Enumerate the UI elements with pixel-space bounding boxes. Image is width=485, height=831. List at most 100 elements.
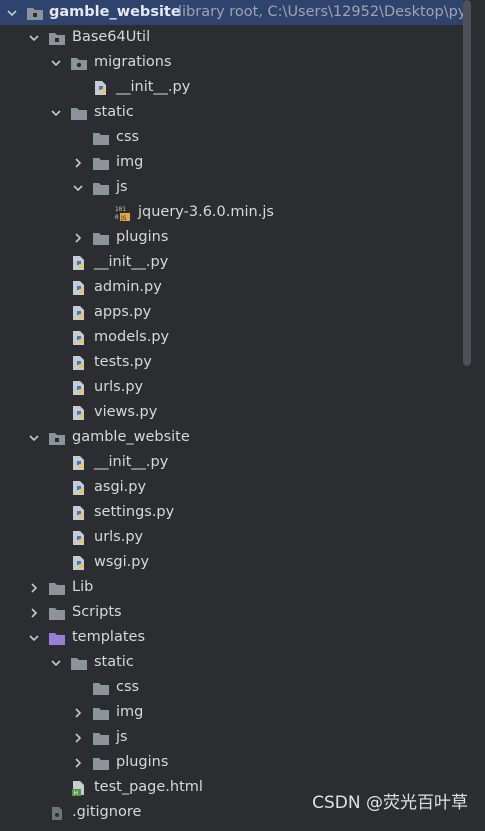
tree-row[interactable]: img: [0, 150, 463, 175]
folder-icon: [48, 604, 66, 622]
tree-item-label: jquery-3.6.0.min.js: [138, 204, 274, 220]
folder-icon: [92, 154, 110, 172]
tree-item-label: __init__.py: [94, 254, 169, 270]
svg-text:JS: JS: [120, 215, 127, 222]
tree-item-label: test_page.html: [94, 779, 203, 795]
module-folder-icon: [48, 29, 66, 47]
tree-row[interactable]: asgi.py: [0, 475, 463, 500]
chevron-down-icon[interactable]: [4, 0, 20, 25]
tree-row[interactable]: 101 0 JS jquery-3.6.0.min.js: [0, 200, 463, 225]
python-file-icon: [70, 329, 88, 347]
tree-row[interactable]: migrations: [0, 50, 463, 75]
tree-item-label: admin.py: [94, 279, 162, 295]
chevron-right-icon[interactable]: [26, 600, 42, 625]
tree-row[interactable]: gamble_website: [0, 425, 463, 450]
tree-row[interactable]: Scripts: [0, 600, 463, 625]
tree-row[interactable]: models.py: [0, 325, 463, 350]
chevron-down-icon[interactable]: [70, 175, 86, 200]
python-file-icon: [70, 304, 88, 322]
tree-item-label: css: [116, 129, 140, 145]
tree-row[interactable]: admin.py: [0, 275, 463, 300]
chevron-down-icon[interactable]: [48, 650, 64, 675]
tree-row[interactable]: __init__.py: [0, 75, 463, 100]
folder-icon: [92, 729, 110, 747]
tree-item-label: urls.py: [94, 529, 144, 545]
tree-item-label: plugins: [116, 754, 169, 770]
tree-row[interactable]: js: [0, 175, 463, 200]
tree-item-label: Base64Util: [72, 29, 151, 45]
folder-icon: [92, 679, 110, 697]
tree-row[interactable]: static: [0, 650, 463, 675]
tree-item-label: urls.py: [94, 379, 144, 395]
tree-item-label: __init__.py: [94, 454, 169, 470]
tree-item-label: templates: [72, 629, 146, 645]
tree-row[interactable]: plugins: [0, 750, 463, 775]
tree-item-label: views.py: [94, 404, 158, 420]
chevron-right-icon[interactable]: [70, 150, 86, 175]
chevron-right-icon[interactable]: [70, 725, 86, 750]
root-hint: library root, C:\Users\12952\Desktop\py: [178, 4, 467, 20]
tree-item-label: asgi.py: [94, 479, 147, 495]
python-file-icon: [70, 529, 88, 547]
python-file-icon: [70, 554, 88, 572]
tree-item-label: models.py: [94, 329, 170, 345]
tree-row[interactable]: css: [0, 125, 463, 150]
svg-text:101: 101: [115, 206, 126, 213]
python-file-icon: [70, 254, 88, 272]
tree-row[interactable]: wsgi.py: [0, 550, 463, 575]
tree-item-label: js: [116, 729, 128, 745]
chevron-right-icon[interactable]: [70, 225, 86, 250]
tree-item-label: migrations: [94, 54, 172, 70]
tree-item-label: img: [116, 704, 144, 720]
chevron-down-icon[interactable]: [48, 50, 64, 75]
tree-row[interactable]: urls.py: [0, 525, 463, 550]
tree-item-label: wsgi.py: [94, 554, 150, 570]
folder-icon: [48, 579, 66, 597]
tree-row[interactable]: css: [0, 675, 463, 700]
svg-text:H: H: [74, 790, 79, 797]
chevron-right-icon[interactable]: [70, 700, 86, 725]
tree-item-label: apps.py: [94, 304, 152, 320]
folder-icon: [92, 129, 110, 147]
folder-icon: [70, 104, 88, 122]
python-file-icon: [92, 79, 110, 97]
module-folder-icon: [48, 429, 66, 447]
tree-row[interactable]: plugins: [0, 225, 463, 250]
tree-row[interactable]: tests.py: [0, 350, 463, 375]
tree-row[interactable]: urls.py: [0, 375, 463, 400]
chevron-down-icon[interactable]: [26, 25, 42, 50]
chevron-down-icon[interactable]: [26, 425, 42, 450]
chevron-right-icon[interactable]: [70, 750, 86, 775]
folder-icon: [92, 229, 110, 247]
chevron-right-icon[interactable]: [26, 575, 42, 600]
tree-row[interactable]: img: [0, 700, 463, 725]
tree-item-label: img: [116, 154, 144, 170]
folder-icon: [92, 704, 110, 722]
tree-item-label: static: [94, 654, 134, 670]
tree-row[interactable]: settings.py: [0, 500, 463, 525]
folder-icon: [92, 754, 110, 772]
tree-row-root[interactable]: gamble_website library root, C:\Users\12…: [0, 0, 467, 25]
tree-row[interactable]: Base64Util: [0, 25, 463, 50]
tree-item-label: settings.py: [94, 504, 175, 520]
tree-row[interactable]: apps.py: [0, 300, 463, 325]
tree-row[interactable]: Lib: [0, 575, 463, 600]
python-file-icon: [70, 404, 88, 422]
package-folder-icon: [70, 54, 88, 72]
tree-item-label: js: [116, 179, 128, 195]
tree-item-label: .gitignore: [72, 804, 142, 820]
tree-row[interactable]: __init__.py: [0, 450, 463, 475]
python-file-icon: [70, 279, 88, 297]
html-file-icon: H: [70, 779, 88, 797]
tree-row[interactable]: views.py: [0, 400, 463, 425]
chevron-down-icon[interactable]: [26, 625, 42, 650]
templates-folder-icon: [48, 629, 66, 647]
vertical-scrollbar[interactable]: [463, 0, 471, 366]
tree-row[interactable]: js: [0, 725, 463, 750]
tree-row[interactable]: templates: [0, 625, 463, 650]
folder-icon: [70, 654, 88, 672]
folder-icon: [92, 179, 110, 197]
chevron-down-icon[interactable]: [48, 100, 64, 125]
tree-row[interactable]: __init__.py: [0, 250, 463, 275]
tree-row[interactable]: static: [0, 100, 463, 125]
